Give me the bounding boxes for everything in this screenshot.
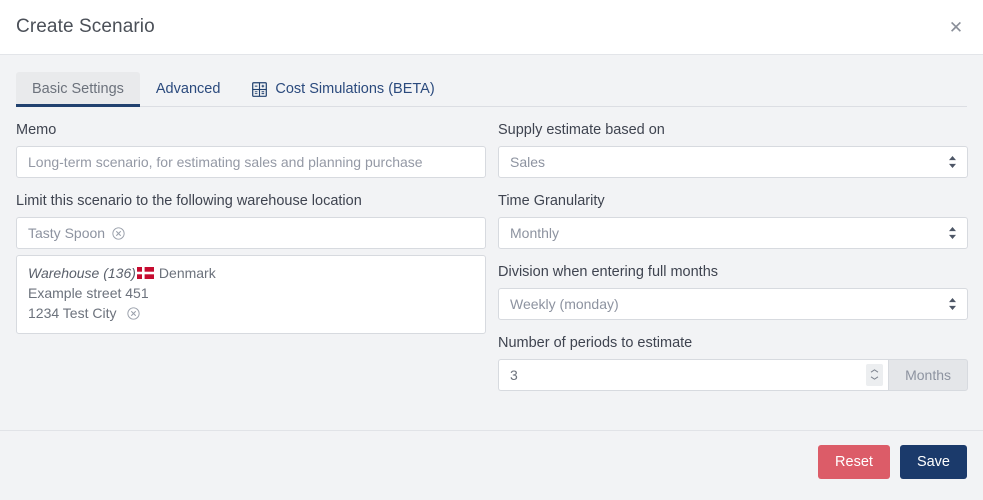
number-of-periods-value: 3 [510,366,518,383]
memo-label: Memo [16,122,57,139]
save-button[interactable]: Save [899,445,967,479]
warehouse-country: Denmark [158,265,216,282]
division-select[interactable]: Weekly (monday) [498,287,968,320]
create-scenario-modal: Create Scenario ✕ Basic Settings Advance… [0,0,983,500]
number-of-periods-input-group: 3 Months [498,358,968,391]
modal-body: Memo Limit this scenario to the followin… [0,107,983,430]
number-of-periods-unit: Months [888,358,968,391]
supply-estimate-label: Supply estimate based on [498,122,665,139]
field-number-of-periods: Number of periods to estimate 3 Months [498,334,968,391]
field-memo: Memo [16,121,486,179]
time-granularity-select[interactable]: Monthly [498,217,968,250]
field-time-granularity: Time Granularity Monthly [498,192,968,250]
calculator-icon [252,82,268,98]
warehouse-name: Warehouse (136) [28,265,136,282]
denmark-flag-icon [136,265,154,280]
form-column-right: Supply estimate based on Sales Time Gran… [498,121,968,404]
supply-estimate-select-wrapper: Sales [498,146,968,179]
close-icon[interactable]: ✕ [945,16,967,38]
field-supply-estimate: Supply estimate based on Sales [498,121,968,179]
warehouse-token-input[interactable]: Tasty Spoon [16,217,486,250]
field-warehouse-location: Limit this scenario to the following war… [16,192,486,334]
tab-advanced[interactable]: Advanced [140,72,237,106]
supply-estimate-select[interactable]: Sales [498,146,968,179]
warehouse-token-label: Tasty Spoon [28,225,106,242]
tab-advanced-label: Advanced [155,81,221,97]
warehouse-city-line: 1234 Test City [28,304,474,324]
warehouse-location-label: Limit this scenario to the following war… [16,193,362,210]
warehouse-address-card: Warehouse (136) Denmark Example street 45… [16,255,486,334]
division-label: Division when entering full months [498,264,719,281]
warehouse-street: Example street 451 [28,284,149,301]
tab-basic-settings-label: Basic Settings [32,81,124,97]
time-granularity-select-wrapper: Monthly [498,217,968,250]
remove-circle-icon[interactable] [127,306,140,320]
modal-footer: Reset Save [0,430,983,500]
page-title: Create Scenario [16,16,155,37]
remove-circle-icon[interactable] [112,226,125,240]
time-granularity-label: Time Granularity [498,193,605,210]
division-select-wrapper: Weekly (monday) [498,287,968,320]
modal-header: Create Scenario ✕ [0,0,983,55]
reset-button[interactable]: Reset [818,445,890,479]
number-of-periods-input[interactable]: 3 [498,358,889,391]
form-column-left: Memo Limit this scenario to the followin… [16,121,486,347]
tab-basic-settings[interactable]: Basic Settings [16,72,140,108]
warehouse-city: 1234 Test City [28,304,117,321]
tab-cost-simulations-label: Cost Simulations (BETA) [275,81,435,97]
number-of-periods-label: Number of periods to estimate [498,334,693,351]
field-division: Division when entering full months Weekl… [498,263,968,320]
quantity-stepper[interactable] [866,363,884,386]
tab-bar-wrapper: Basic Settings Advanced Cost Simulations… [0,55,983,108]
warehouse-address-name-line: Warehouse (136) Denmark [28,264,474,284]
tab-bar: Basic Settings Advanced Cost Simulations… [16,72,967,108]
tab-cost-simulations[interactable]: Cost Simulations (BETA) [236,72,450,106]
memo-input[interactable] [16,146,486,179]
